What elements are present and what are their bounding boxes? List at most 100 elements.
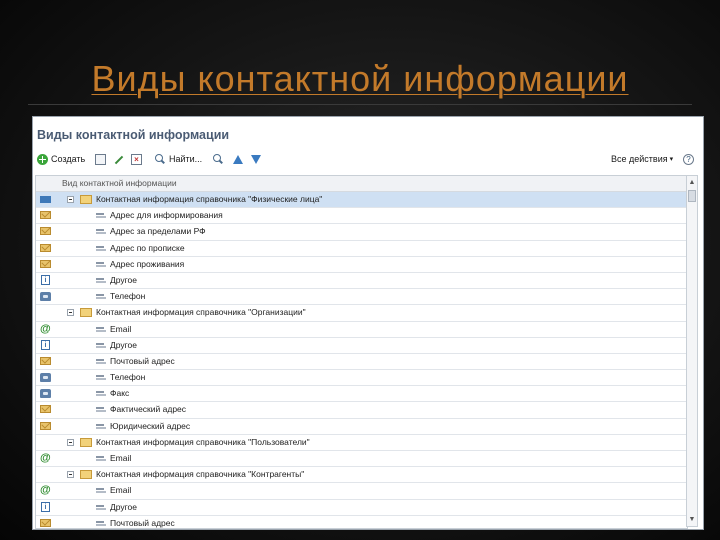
- item-label: Email: [110, 485, 132, 496]
- chevron-down-icon: ▾: [669, 156, 674, 163]
- at-sign-icon: @: [40, 484, 51, 497]
- tree-item-row[interactable]: i Другое: [36, 273, 687, 290]
- tree-item-row[interactable]: @ Email: [36, 451, 687, 468]
- row-kind-cell: [36, 208, 56, 223]
- up-arrow-icon: [233, 154, 243, 164]
- element-icon: [96, 488, 106, 494]
- selected-folder-icon: [40, 196, 51, 203]
- tree-item-row[interactable]: Телефон: [36, 370, 687, 387]
- go-up-button[interactable]: [233, 151, 243, 167]
- tree-item-row[interactable]: Почтовый адрес: [36, 516, 687, 528]
- tree-item-row[interactable]: Адрес проживания: [36, 257, 687, 273]
- tree-item-row[interactable]: Почтовый адрес: [36, 354, 687, 371]
- create-label: Создать: [51, 154, 86, 164]
- collapse-icon[interactable]: [67, 309, 74, 317]
- element-icon: [96, 423, 106, 430]
- title-divider: [28, 104, 692, 105]
- all-actions-label: Все действия: [611, 154, 668, 164]
- envelope-icon: [40, 405, 51, 414]
- element-icon: [96, 245, 106, 252]
- scroll-up-icon[interactable]: ▲: [688, 178, 696, 187]
- find-label: Найти...: [169, 154, 203, 164]
- element-icon: [96, 520, 106, 527]
- find-button[interactable]: Найти...: [155, 151, 202, 167]
- all-actions-menu[interactable]: Все действия ▾: [611, 151, 673, 167]
- tree-item-row[interactable]: @ Email: [36, 322, 687, 338]
- item-label: Адрес для информирования: [110, 210, 223, 221]
- phone-icon: [40, 373, 51, 383]
- window-title: Виды контактной информации: [37, 128, 230, 142]
- envelope-icon: [40, 518, 51, 527]
- folder-icon: [80, 308, 92, 318]
- tree-item-row[interactable]: Юридический адрес: [36, 419, 687, 435]
- info-icon: i: [41, 339, 50, 350]
- element-icon: [96, 375, 106, 381]
- tree-group-row[interactable]: Контактная информация справочника "Польз…: [36, 435, 687, 451]
- item-label: Фактический адрес: [110, 404, 187, 415]
- help-button[interactable]: ?: [683, 151, 694, 167]
- row-kind-cell: i: [36, 273, 56, 288]
- group-label: Контактная информация справочника "Контр…: [96, 469, 305, 480]
- vertical-scrollbar[interactable]: ▲ ▼: [686, 175, 698, 527]
- column-header-label: Вид контактной информации: [62, 178, 177, 188]
- item-label: Email: [110, 323, 132, 334]
- item-label: Телефон: [110, 372, 146, 383]
- copy-icon: [95, 153, 106, 165]
- info-icon: i: [41, 274, 50, 285]
- tree-item-row[interactable]: Адрес по прописке: [36, 241, 687, 257]
- folder-icon: [80, 437, 92, 447]
- create-button[interactable]: Создать: [37, 151, 85, 167]
- collapse-icon[interactable]: [67, 471, 74, 479]
- item-label: Email: [110, 453, 132, 463]
- tree-item-row[interactable]: Адрес для информирования: [36, 208, 687, 225]
- envelope-icon: [40, 356, 51, 365]
- tree-item-row[interactable]: @ Email: [36, 483, 687, 500]
- search-cancel-icon: [213, 153, 224, 165]
- help-icon: ?: [683, 153, 694, 165]
- tree-group-row[interactable]: Контактная информация справочника "Физич…: [36, 192, 687, 209]
- envelope-icon: [40, 421, 51, 430]
- go-down-button[interactable]: [251, 151, 261, 167]
- cancel-search-button[interactable]: [213, 151, 224, 167]
- group-label: Контактная информация справочника "Физич…: [96, 194, 323, 204]
- item-label: Другое: [110, 339, 138, 350]
- collapse-icon[interactable]: [67, 438, 74, 446]
- delete-mark-button[interactable]: ×: [131, 151, 142, 167]
- folder-icon: [80, 470, 92, 480]
- element-icon: [96, 358, 106, 365]
- tree-item-row[interactable]: i Другое: [36, 500, 687, 516]
- contact-info-tree[interactable]: Вид контактной информации Контактная инф…: [35, 175, 688, 529]
- search-icon: [155, 153, 166, 165]
- tree-group-row[interactable]: Контактная информация справочника "Контр…: [36, 467, 687, 484]
- column-header[interactable]: Вид контактной информации: [36, 176, 687, 192]
- envelope-icon: [40, 243, 51, 252]
- tree-item-row[interactable]: i Другое: [36, 338, 687, 354]
- tree-item-row[interactable]: Телефон: [36, 289, 687, 306]
- row-kind-cell: [36, 192, 56, 207]
- item-label: Адрес за пределами РФ: [110, 226, 206, 237]
- tree-item-row[interactable]: Факс: [36, 386, 687, 403]
- info-icon: i: [41, 501, 50, 512]
- collapse-icon[interactable]: [67, 196, 74, 203]
- element-icon: [96, 229, 106, 235]
- scroll-down-icon[interactable]: ▼: [688, 515, 696, 524]
- edit-button[interactable]: [113, 151, 124, 167]
- element-icon: [96, 213, 106, 219]
- element-icon: [96, 342, 106, 349]
- item-label: Другое: [110, 501, 138, 512]
- tree-item-row[interactable]: Адрес за пределами РФ: [36, 224, 687, 241]
- delete-icon: ×: [131, 153, 142, 165]
- group-label: Контактная информация справочника "Польз…: [96, 436, 310, 447]
- row-kind-cell: i: [36, 500, 56, 515]
- row-kind-cell: [36, 241, 56, 256]
- add-icon: [37, 153, 48, 165]
- tree-item-row[interactable]: Фактический адрес: [36, 402, 687, 419]
- down-arrow-icon: [251, 154, 261, 164]
- envelope-icon: [40, 227, 51, 236]
- item-label: Почтовый адрес: [110, 517, 175, 528]
- copy-button[interactable]: [95, 151, 106, 167]
- element-icon: [96, 391, 106, 397]
- slide-title: Виды контактной информации: [91, 58, 629, 99]
- scroll-thumb[interactable]: [688, 190, 696, 202]
- tree-group-row[interactable]: Контактная информация справочника "Орган…: [36, 305, 687, 322]
